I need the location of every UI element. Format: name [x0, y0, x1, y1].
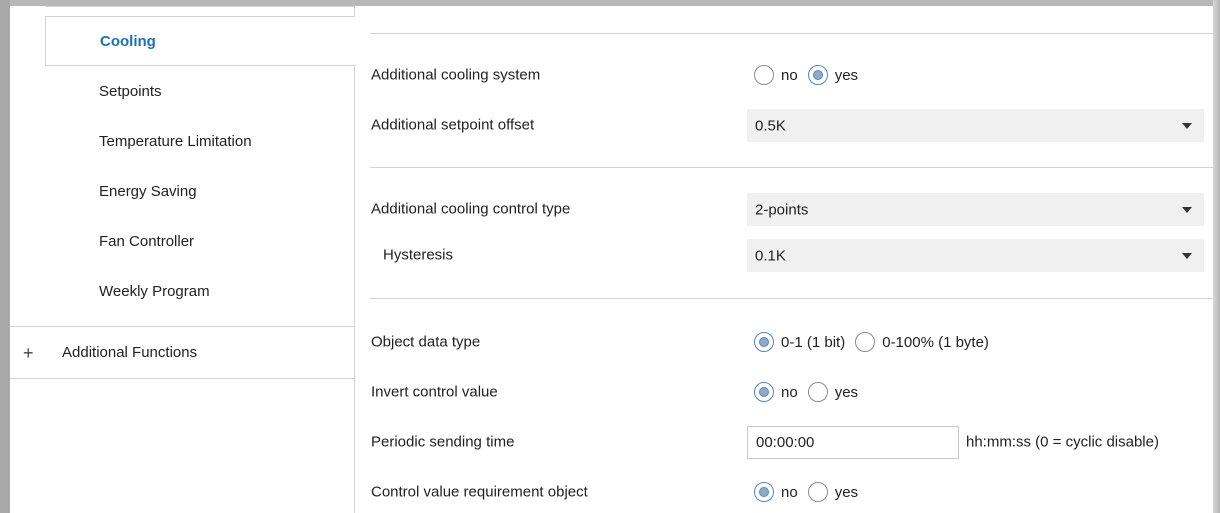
radio-button[interactable]	[855, 332, 876, 352]
row-object-data-type: Object data type 0-1 (1 bit) 0-100% (1 b…	[356, 322, 1213, 362]
window-frame-left	[0, 0, 10, 513]
additional-setpoint-offset-dropdown[interactable]: 0.5K	[747, 109, 1204, 142]
radio-option-1-byte[interactable]: 0-100% (1 byte)	[855, 332, 989, 352]
radio-label: yes	[834, 383, 859, 401]
param-label: Hysteresis	[383, 246, 454, 264]
row-additional-setpoint-offset: Additional setpoint offset 0.5K	[356, 105, 1213, 145]
param-label: Control value requirement object	[371, 483, 588, 501]
radio-option-no[interactable]: no	[754, 482, 798, 502]
radio-button[interactable]	[807, 382, 828, 402]
radio-label: no	[781, 383, 798, 401]
param-label: Additional setpoint offset	[371, 116, 535, 134]
radio-option-no[interactable]: no	[754, 382, 798, 402]
unit-hint: hh:mm:ss (0 = cyclic disable)	[966, 433, 1159, 451]
sidebar-item-cooling[interactable]: Cooling	[45, 16, 355, 66]
radio-option-yes[interactable]: yes	[807, 382, 859, 402]
section-divider	[370, 298, 1213, 299]
dropdown-arrow-icon	[1182, 123, 1192, 129]
dropdown-value: 0.5K	[755, 117, 786, 134]
radio-label: 0-100% (1 byte)	[882, 333, 989, 351]
row-additional-cooling-system: Additional cooling system no yes	[356, 55, 1213, 95]
sidebar-item-label: Setpoints	[99, 82, 162, 100]
dropdown-value: 2-points	[755, 201, 809, 218]
radio-option-yes[interactable]: yes	[807, 482, 859, 502]
radio-option-1-bit[interactable]: 0-1 (1 bit)	[754, 332, 845, 352]
radio-group-object-data-type: 0-1 (1 bit) 0-100% (1 byte)	[754, 332, 999, 352]
sidebar-item-label: Energy Saving	[99, 182, 197, 200]
input-value: 00:00:00	[756, 434, 815, 451]
radio-button-selected[interactable]	[754, 382, 774, 402]
radio-button[interactable]	[754, 65, 774, 85]
sidebar-item-label: Weekly Program	[99, 282, 210, 300]
dropdown-value: 0.1K	[755, 247, 786, 264]
sidebar: Cooling Setpoints Temperature Limitation…	[10, 6, 355, 513]
sidebar-item-label: Cooling	[100, 32, 156, 50]
sidebar-item-energy-saving[interactable]: Energy Saving	[10, 166, 355, 216]
sidebar-item-label: Temperature Limitation	[99, 132, 252, 150]
sidebar-group-label: Additional Functions	[62, 344, 198, 361]
radio-label: yes	[834, 66, 859, 84]
radio-group-additional-cooling-system: no yes	[754, 65, 868, 85]
parameter-panel: Additional cooling system no yes Additio…	[356, 6, 1213, 513]
radio-label: yes	[834, 483, 859, 501]
plus-icon[interactable]: +	[23, 344, 34, 362]
row-additional-cooling-control-type: Additional cooling control type 2-points	[356, 189, 1213, 229]
radio-button-selected[interactable]	[807, 65, 828, 85]
radio-button-selected[interactable]	[754, 482, 774, 502]
param-label: Periodic sending time	[371, 433, 515, 451]
sidebar-divider	[45, 6, 355, 8]
param-label: Additional cooling control type	[371, 200, 571, 218]
radio-group-control-value-requirement: no yes	[754, 482, 868, 502]
additional-cooling-control-type-dropdown[interactable]: 2-points	[747, 193, 1204, 226]
sidebar-item-setpoints[interactable]: Setpoints	[10, 66, 355, 116]
param-label: Object data type	[371, 333, 481, 351]
row-periodic-sending-time: Periodic sending time 00:00:00 hh:mm:ss …	[356, 422, 1213, 462]
radio-label: no	[781, 483, 798, 501]
radio-group-invert-control-value: no yes	[754, 382, 868, 402]
row-control-value-requirement-object: Control value requirement object no yes	[356, 472, 1213, 512]
dropdown-arrow-icon	[1182, 253, 1192, 259]
param-label: Invert control value	[371, 383, 498, 401]
window-frame-right	[1213, 0, 1220, 513]
periodic-sending-time-input[interactable]: 00:00:00	[747, 426, 959, 459]
sidebar-group-additional-functions[interactable]: + Additional Functions	[10, 326, 355, 379]
radio-label: 0-1 (1 bit)	[781, 333, 846, 351]
sidebar-item-weekly-program[interactable]: Weekly Program	[10, 266, 355, 316]
section-divider	[370, 167, 1213, 168]
param-label: Additional cooling system	[371, 66, 541, 84]
hysteresis-dropdown[interactable]: 0.1K	[747, 239, 1204, 272]
radio-option-yes[interactable]: yes	[807, 65, 859, 85]
sidebar-item-fan-controller[interactable]: Fan Controller	[10, 216, 355, 266]
row-invert-control-value: Invert control value no yes	[356, 372, 1213, 412]
radio-button[interactable]	[807, 482, 828, 502]
row-hysteresis: Hysteresis 0.1K	[356, 235, 1213, 275]
section-divider	[370, 33, 1213, 34]
dropdown-arrow-icon	[1182, 207, 1192, 213]
radio-label: no	[781, 66, 798, 84]
sidebar-item-temperature-limitation[interactable]: Temperature Limitation	[10, 116, 355, 166]
sidebar-item-label: Fan Controller	[99, 232, 195, 250]
radio-button-selected[interactable]	[754, 332, 774, 352]
radio-option-no[interactable]: no	[754, 65, 798, 85]
